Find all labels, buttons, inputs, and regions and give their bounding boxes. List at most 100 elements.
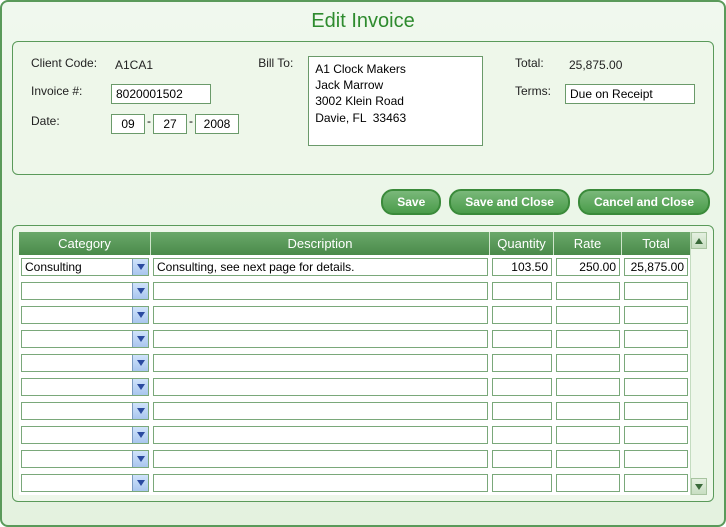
rate-input[interactable] xyxy=(556,330,620,348)
quantity-input[interactable] xyxy=(492,354,552,372)
grid-row xyxy=(19,279,690,303)
category-select[interactable] xyxy=(21,402,149,420)
dropdown-button[interactable] xyxy=(132,379,148,395)
date-label: Date: xyxy=(31,114,111,128)
line-total-input[interactable] xyxy=(624,282,688,300)
quantity-input[interactable] xyxy=(492,282,552,300)
rate-input[interactable] xyxy=(556,306,620,324)
invoice-number-input[interactable] xyxy=(111,84,211,104)
quantity-input[interactable] xyxy=(492,402,552,420)
quantity-input[interactable] xyxy=(492,474,552,492)
category-select[interactable] xyxy=(21,450,149,468)
rate-input[interactable] xyxy=(556,426,620,444)
rate-input[interactable] xyxy=(556,378,620,396)
description-input[interactable] xyxy=(153,282,488,300)
line-total-input[interactable] xyxy=(624,354,688,372)
page-title: Edit Invoice xyxy=(12,10,714,33)
rate-input[interactable] xyxy=(556,450,620,468)
dropdown-button[interactable] xyxy=(132,427,148,443)
chevron-down-icon xyxy=(137,336,145,342)
category-value xyxy=(22,331,132,347)
quantity-input[interactable] xyxy=(492,378,552,396)
category-select[interactable] xyxy=(21,354,149,372)
line-total-input[interactable] xyxy=(624,474,688,492)
dropdown-button[interactable] xyxy=(132,307,148,323)
line-total-input[interactable] xyxy=(624,450,688,468)
category-select[interactable] xyxy=(21,330,149,348)
cancel-and-close-button[interactable]: Cancel and Close xyxy=(578,189,710,215)
description-input[interactable] xyxy=(153,354,488,372)
dropdown-button[interactable] xyxy=(132,259,148,275)
save-and-close-button[interactable]: Save and Close xyxy=(449,189,570,215)
category-value xyxy=(22,307,132,323)
line-total-input[interactable] xyxy=(624,402,688,420)
rate-input[interactable] xyxy=(556,282,620,300)
client-code-label: Client Code: xyxy=(31,56,111,70)
col-header-total: Total xyxy=(622,232,690,255)
scroll-track[interactable] xyxy=(691,249,707,478)
category-select[interactable] xyxy=(21,306,149,324)
quantity-input[interactable] xyxy=(492,330,552,348)
grid-row xyxy=(19,447,690,471)
quantity-input[interactable] xyxy=(492,426,552,444)
line-total-input[interactable] xyxy=(624,426,688,444)
dropdown-button[interactable] xyxy=(132,355,148,371)
line-total-input[interactable] xyxy=(624,306,688,324)
date-day-input[interactable] xyxy=(153,114,187,134)
terms-input[interactable] xyxy=(565,84,695,104)
bill-to-label: Bill To: xyxy=(258,56,308,70)
description-input[interactable] xyxy=(153,330,488,348)
quantity-input[interactable] xyxy=(492,450,552,468)
rate-input[interactable] xyxy=(556,258,620,276)
description-input[interactable] xyxy=(153,402,488,420)
rate-input[interactable] xyxy=(556,354,620,372)
date-month-input[interactable] xyxy=(111,114,145,134)
rate-input[interactable] xyxy=(556,402,620,420)
category-select[interactable] xyxy=(21,426,149,444)
description-input[interactable] xyxy=(153,306,488,324)
quantity-input[interactable] xyxy=(492,306,552,324)
grid-row xyxy=(19,351,690,375)
category-value: Consulting xyxy=(22,259,132,275)
category-value xyxy=(22,475,132,491)
chevron-down-icon xyxy=(137,264,145,270)
chevron-down-icon xyxy=(695,484,703,490)
rate-input[interactable] xyxy=(556,474,620,492)
scroll-down-button[interactable] xyxy=(691,478,707,495)
category-select[interactable] xyxy=(21,282,149,300)
category-select[interactable] xyxy=(21,378,149,396)
line-total-input[interactable] xyxy=(624,330,688,348)
category-select[interactable] xyxy=(21,474,149,492)
description-input[interactable] xyxy=(153,474,488,492)
description-input[interactable] xyxy=(153,426,488,444)
description-input[interactable] xyxy=(153,450,488,468)
category-value xyxy=(22,283,132,299)
grid-row xyxy=(19,375,690,399)
col-header-quantity: Quantity xyxy=(490,232,554,255)
total-label: Total: xyxy=(515,56,565,70)
dropdown-button[interactable] xyxy=(132,331,148,347)
bill-to-textarea[interactable]: A1 Clock Makers Jack Marrow 3002 Klein R… xyxy=(308,56,483,146)
grid-body: Consulting xyxy=(19,255,690,495)
line-total-input[interactable] xyxy=(624,258,688,276)
category-value xyxy=(22,451,132,467)
chevron-down-icon xyxy=(137,456,145,462)
client-code-value: A1CA1 xyxy=(111,56,157,74)
category-value xyxy=(22,379,132,395)
dropdown-button[interactable] xyxy=(132,475,148,491)
dropdown-button[interactable] xyxy=(132,451,148,467)
description-input[interactable] xyxy=(153,378,488,396)
scroll-up-button[interactable] xyxy=(691,232,707,249)
date-year-input[interactable] xyxy=(195,114,239,134)
dropdown-button[interactable] xyxy=(132,283,148,299)
chevron-down-icon xyxy=(137,408,145,414)
quantity-input[interactable] xyxy=(492,258,552,276)
line-total-input[interactable] xyxy=(624,378,688,396)
category-select[interactable]: Consulting xyxy=(21,258,149,276)
save-button[interactable]: Save xyxy=(381,189,441,215)
grid-scrollbar[interactable] xyxy=(690,232,707,495)
category-value xyxy=(22,403,132,419)
description-input[interactable] xyxy=(153,258,488,276)
grid-row xyxy=(19,399,690,423)
dropdown-button[interactable] xyxy=(132,403,148,419)
